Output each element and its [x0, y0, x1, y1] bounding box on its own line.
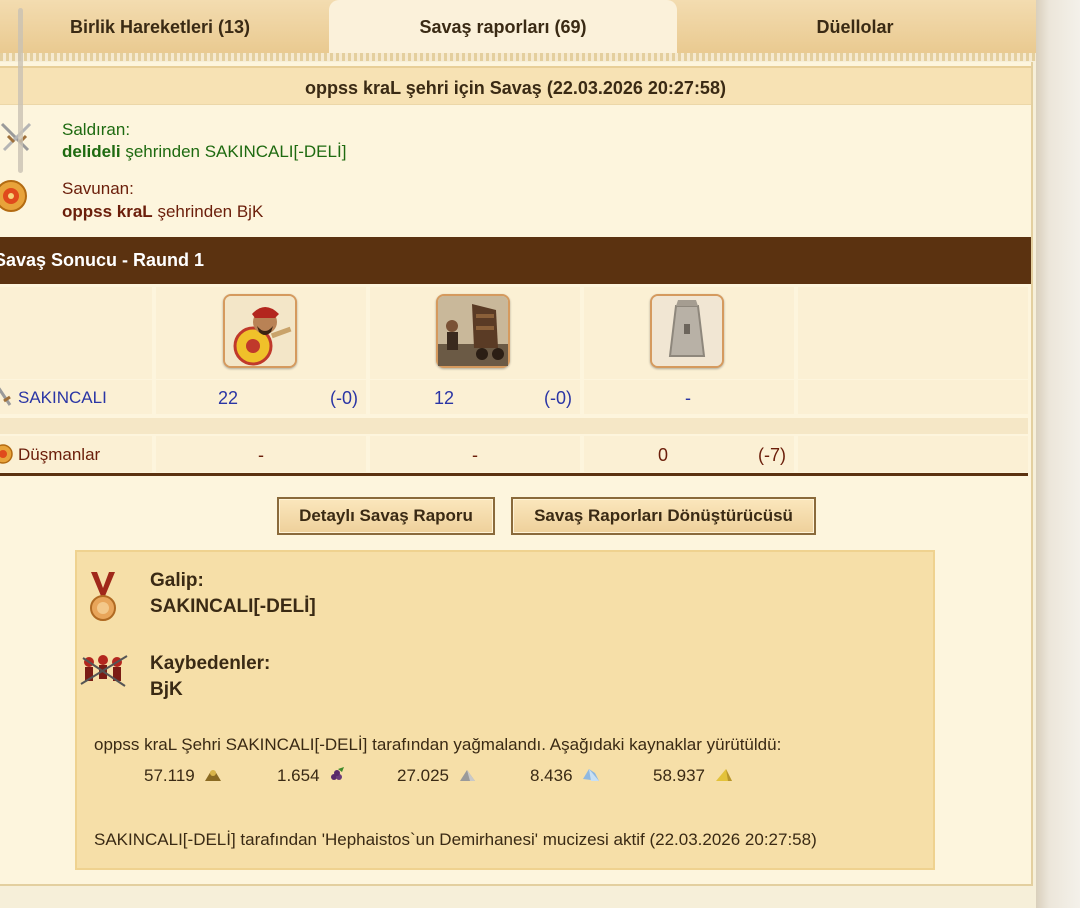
enemies-unit3-loss: (-7) — [758, 445, 786, 465]
enemies-empty-cell — [798, 436, 1028, 472]
resource-wood-value: 57.119 — [144, 766, 195, 785]
defender-line: oppss kraL şehrinden BjK — [62, 202, 263, 222]
wood-icon — [205, 770, 222, 781]
tab-duels[interactable]: Düellolar — [680, 0, 1030, 52]
report-converter-button[interactable]: Savaş Raporları Dönüştürücüsü — [511, 497, 816, 535]
enemies-row-name: Düşmanlar — [18, 445, 101, 464]
attacker-line: delideli şehrinden SAKINCALI[-DELİ] — [62, 142, 346, 162]
enemies-unit3-cell: 0 (-7) — [584, 436, 794, 472]
attacker-row-name[interactable]: SAKINCALI — [18, 388, 107, 408]
marble-icon — [459, 770, 475, 781]
battle-result-box: Galip: SAKINCALI[-DELİ] Kaybedenler: BjK… — [75, 550, 935, 870]
enemies-unit2-count: - — [472, 445, 478, 465]
tab-troop-movements[interactable]: Birlik Hareketleri (13) — [0, 0, 320, 52]
siege-unit-icon[interactable] — [436, 294, 510, 368]
unit-col-3 — [584, 287, 794, 379]
round-title: Savaş Sonucu - Raund 1 — [0, 250, 205, 270]
page-edge — [1036, 0, 1080, 908]
crystal-icon — [583, 769, 600, 781]
enemies-unit1-cell: - — [156, 436, 366, 472]
unit-col-2 — [370, 287, 580, 379]
attacker-unit1-cell: 22 (-0) — [156, 380, 366, 414]
resource-wine-value: 1.654 — [277, 766, 320, 785]
attacker-unit3-count: - — [685, 388, 691, 408]
enemies-unit3-count: 0 — [658, 445, 669, 465]
enemy-shield-icon — [0, 444, 13, 464]
loser-name: BjK — [150, 679, 183, 700]
attacker-empty-cell — [798, 380, 1028, 414]
resource-marble-value: 27.025 — [397, 766, 449, 785]
combat-report-panel: oppss kraL şehri için Savaş (22.03.2026 … — [0, 62, 1033, 886]
attacker-unit1-loss: (-0) — [330, 388, 358, 408]
attacker-unit3-cell: - — [584, 380, 794, 414]
report-title: oppss kraL şehri için Savaş (22.03.2026 … — [0, 66, 1031, 105]
resource-crystal: 8.436 — [530, 766, 601, 786]
table-corner — [0, 287, 152, 379]
sword-icon — [0, 387, 12, 406]
table-bottom-rule — [0, 473, 1028, 476]
attacker-unit2-cell: 12 (-0) — [370, 380, 580, 414]
attacker-unit2-loss: (-0) — [544, 388, 572, 408]
round-header: Savaş Sonucu - Raund 1 — [0, 237, 1031, 284]
sulfur-icon — [715, 769, 732, 781]
resource-sulfur-value: 58.937 — [653, 766, 705, 785]
crossed-swords-icon — [0, 122, 32, 152]
wine-icon — [331, 767, 345, 780]
enemies-row-label: Düşmanlar — [0, 436, 152, 472]
winner-label: Galip: — [150, 570, 204, 591]
resource-wood: 57.119 — [144, 766, 223, 786]
enemies-unit1-count: - — [258, 445, 264, 465]
unit-col-1 — [156, 287, 366, 379]
plunder-text: oppss kraL Şehri SAKINCALI[-DELİ] tarafı… — [94, 735, 782, 754]
attacker-unit1-count: 22 — [218, 388, 239, 408]
tab-combat-reports[interactable]: Savaş raporları (69) — [329, 0, 677, 55]
medal-icon — [90, 572, 116, 621]
enemies-unit2-cell: - — [370, 436, 580, 472]
resource-crystal-value: 8.436 — [530, 766, 573, 785]
wall-tower-unit-icon[interactable] — [650, 294, 724, 368]
attacker-row-label: SAKINCALI — [0, 380, 152, 414]
detailed-report-button[interactable]: Detaylı Savaş Raporu — [277, 497, 495, 535]
attacker-label: Saldıran: — [62, 120, 131, 139]
unit-col-empty — [798, 287, 1028, 379]
defender-from[interactable]: şehrinden BjK — [157, 202, 263, 221]
attacker-city-link[interactable]: delideli — [62, 142, 121, 161]
shield-icon — [0, 180, 27, 212]
tab-divider — [0, 53, 1036, 61]
row-spacer — [0, 418, 1028, 434]
wonder-text: SAKINCALI[-DELİ] tarafından 'Hephaistos`… — [94, 830, 817, 849]
defeated-army-icon — [80, 655, 128, 687]
resource-wine: 1.654 — [277, 766, 348, 786]
defender-city-link[interactable]: oppss kraL — [62, 202, 153, 221]
winner-name: SAKINCALI[-DELİ] — [150, 596, 316, 617]
resource-sulfur: 58.937 — [653, 766, 734, 786]
attacker-unit2-count: 12 — [434, 388, 455, 408]
scrollbar-thumb[interactable] — [18, 8, 23, 173]
hoplite-unit-icon[interactable] — [223, 294, 297, 368]
attacker-from[interactable]: şehrinden SAKINCALI[-DELİ] — [125, 142, 346, 161]
losers-label: Kaybedenler: — [150, 653, 271, 674]
defender-label: Savunan: — [62, 179, 134, 198]
resource-marble: 27.025 — [397, 766, 478, 786]
tab-bar: Birlik Hareketleri (13) Savaş raporları … — [0, 0, 1036, 55]
